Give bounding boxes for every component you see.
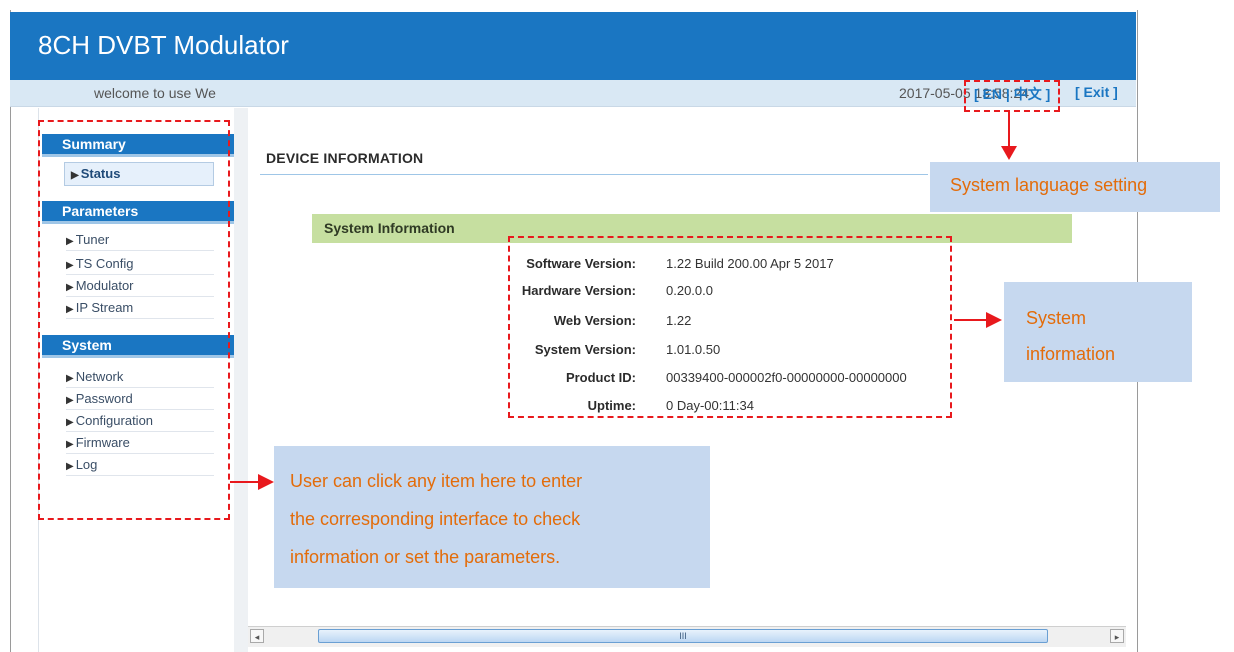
sidebar-gutter [234, 108, 248, 652]
nav-arrow-line [230, 481, 260, 483]
page-title: DEVICE INFORMATION [266, 150, 424, 166]
nav-highlight-box [38, 120, 230, 520]
horizontal-scrollbar[interactable]: ◂ III ▸ [248, 626, 1126, 647]
arrow-right-icon [986, 312, 1002, 328]
callout-text: System language setting [950, 175, 1148, 195]
scroll-thumb[interactable]: III [318, 629, 1048, 643]
language-arrow-line [1008, 112, 1010, 150]
exit-link[interactable]: [ Exit ] [1075, 84, 1118, 100]
sysinfo-arrow-line [954, 319, 988, 321]
section-title: System Information [324, 220, 455, 236]
arrow-down-icon [1001, 146, 1017, 160]
language-highlight-box [964, 80, 1060, 112]
navigation-callout: User can click any item here to enter th… [274, 446, 710, 588]
sysinfo-callout: System information [1004, 282, 1192, 382]
arrow-right-icon [258, 474, 274, 490]
callout-text: the corresponding interface to check [290, 509, 581, 529]
app-header: 8CH DVBT Modulator [10, 12, 1136, 80]
title-divider [260, 174, 928, 175]
scroll-left-button[interactable]: ◂ [250, 629, 264, 643]
callout-text: User can click any item here to enter [290, 471, 583, 491]
callout-text: information [1026, 344, 1116, 364]
sysinfo-highlight-box [508, 236, 952, 418]
app-title: 8CH DVBT Modulator [38, 30, 289, 60]
scroll-right-button[interactable]: ▸ [1110, 629, 1124, 643]
callout-text: System [1026, 308, 1087, 328]
language-callout: System language setting [930, 162, 1220, 212]
welcome-text: welcome to use We [94, 85, 216, 101]
callout-text: information or set the parameters. [290, 547, 561, 567]
